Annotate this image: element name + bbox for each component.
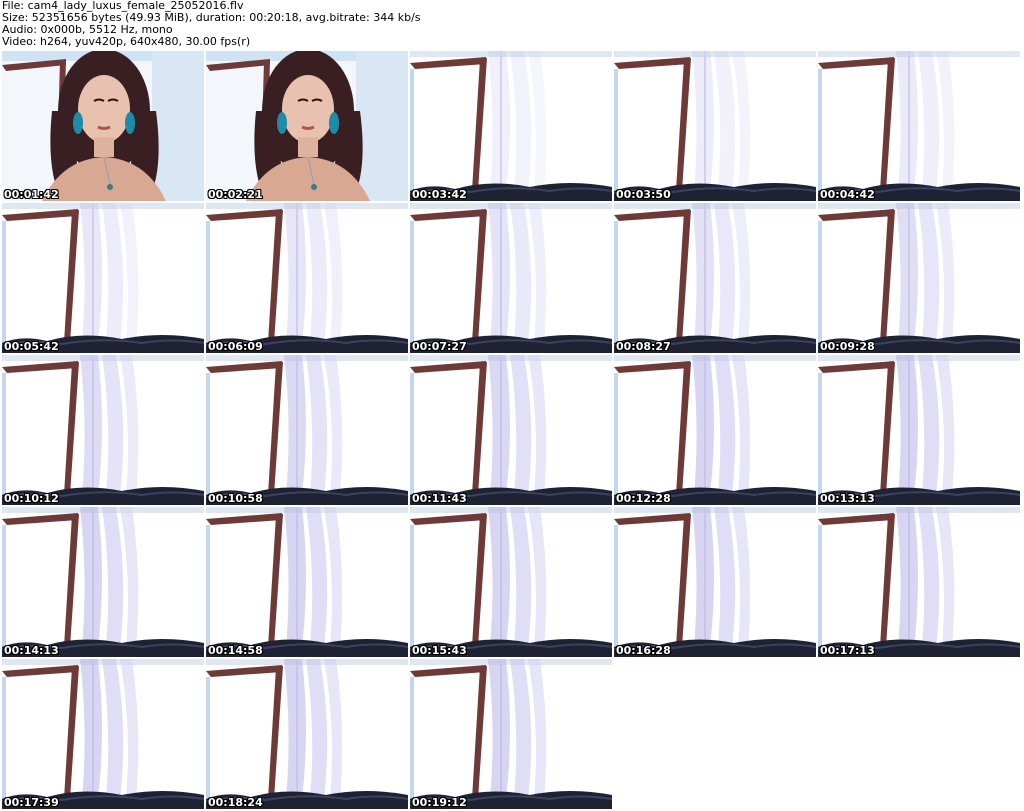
video-thumbnail: 00:12:28 bbox=[614, 355, 816, 505]
thumbnail-timestamp: 00:05:42 bbox=[4, 340, 59, 353]
window-scene-illustration bbox=[614, 507, 816, 657]
thumbnail-timestamp: 00:07:27 bbox=[412, 340, 467, 353]
window-scene-illustration bbox=[2, 507, 204, 657]
thumbnail-timestamp: 00:03:42 bbox=[412, 188, 467, 201]
window-scene-illustration bbox=[410, 203, 612, 353]
window-scene-illustration bbox=[410, 51, 612, 201]
thumbnail-timestamp: 00:09:28 bbox=[820, 340, 875, 353]
window-scene-illustration bbox=[410, 659, 612, 809]
video-info-line: Video: h264, yuv420p, 640x480, 30.00 fps… bbox=[2, 35, 251, 48]
thumbnail-timestamp: 00:16:28 bbox=[616, 644, 671, 657]
thumbnail-timestamp: 00:11:43 bbox=[412, 492, 467, 505]
video-thumbnail: 00:14:58 bbox=[206, 507, 408, 657]
thumbnail-timestamp: 00:01:42 bbox=[4, 188, 59, 201]
video-thumbnail: 00:08:27 bbox=[614, 203, 816, 353]
video-thumbnail: 00:06:09 bbox=[206, 203, 408, 353]
video-thumbnail: 00:01:42 bbox=[2, 51, 204, 201]
window-scene-illustration bbox=[410, 355, 612, 505]
window-scene-illustration bbox=[818, 355, 1020, 505]
thumbnail-timestamp: 00:04:42 bbox=[820, 188, 875, 201]
video-thumbnail: 00:03:50 bbox=[614, 51, 816, 201]
window-scene-illustration bbox=[206, 203, 408, 353]
video-thumbnail: 00:05:42 bbox=[2, 203, 204, 353]
window-scene-illustration bbox=[410, 507, 612, 657]
thumbnail-timestamp: 00:12:28 bbox=[616, 492, 671, 505]
thumbnail-timestamp: 00:08:27 bbox=[616, 340, 671, 353]
video-thumbnail: 00:15:43 bbox=[410, 507, 612, 657]
window-scene-illustration bbox=[2, 659, 204, 809]
video-thumbnail: 00:16:28 bbox=[614, 507, 816, 657]
window-scene-illustration bbox=[2, 355, 204, 505]
video-thumbnail: 00:07:27 bbox=[410, 203, 612, 353]
video-thumbnail: 00:04:42 bbox=[818, 51, 1020, 201]
thumbnail-timestamp: 00:18:24 bbox=[208, 796, 263, 809]
thumbnail-grid: 00:01:42 00:02:21 00:03:42 00:03:50 00:0… bbox=[2, 51, 1022, 811]
thumbnail-timestamp: 00:10:58 bbox=[208, 492, 263, 505]
video-thumbnail: 00:13:13 bbox=[818, 355, 1020, 505]
thumbnail-timestamp: 00:19:12 bbox=[412, 796, 467, 809]
window-scene-illustration bbox=[2, 203, 204, 353]
video-thumbnail: 00:02:21 bbox=[206, 51, 408, 201]
video-thumbnail: 00:09:28 bbox=[818, 203, 1020, 353]
window-scene-illustration bbox=[818, 507, 1020, 657]
file-info-header: File: cam4_lady_luxus_female_25052016.fl… bbox=[2, 0, 1022, 50]
person-scene-illustration bbox=[206, 51, 408, 201]
video-thumbnail: 00:11:43 bbox=[410, 355, 612, 505]
video-thumbnail: 00:14:13 bbox=[2, 507, 204, 657]
window-scene-illustration bbox=[818, 51, 1020, 201]
thumbnail-timestamp: 00:10:12 bbox=[4, 492, 59, 505]
thumbnail-timestamp: 00:15:43 bbox=[412, 644, 467, 657]
thumbnail-timestamp: 00:14:58 bbox=[208, 644, 263, 657]
thumbnail-timestamp: 00:17:39 bbox=[4, 796, 59, 809]
video-thumbnail: 00:17:13 bbox=[818, 507, 1020, 657]
thumbnail-timestamp: 00:14:13 bbox=[4, 644, 59, 657]
thumbnail-timestamp: 00:13:13 bbox=[820, 492, 875, 505]
thumbnail-timestamp: 00:02:21 bbox=[208, 188, 263, 201]
window-scene-illustration bbox=[614, 355, 816, 505]
video-thumbnail: 00:18:24 bbox=[206, 659, 408, 809]
video-thumbnail: 00:19:12 bbox=[410, 659, 612, 809]
person-scene-illustration bbox=[2, 51, 204, 201]
window-scene-illustration bbox=[206, 659, 408, 809]
window-scene-illustration bbox=[818, 203, 1020, 353]
window-scene-illustration bbox=[206, 355, 408, 505]
window-scene-illustration bbox=[206, 507, 408, 657]
thumbnail-timestamp: 00:17:13 bbox=[820, 644, 875, 657]
video-thumbnail: 00:10:58 bbox=[206, 355, 408, 505]
video-thumbnail: 00:03:42 bbox=[410, 51, 612, 201]
thumbnail-timestamp: 00:06:09 bbox=[208, 340, 263, 353]
window-scene-illustration bbox=[614, 51, 816, 201]
window-scene-illustration bbox=[614, 203, 816, 353]
video-thumbnail: 00:10:12 bbox=[2, 355, 204, 505]
video-thumbnail: 00:17:39 bbox=[2, 659, 204, 809]
thumbnail-timestamp: 00:03:50 bbox=[616, 188, 671, 201]
